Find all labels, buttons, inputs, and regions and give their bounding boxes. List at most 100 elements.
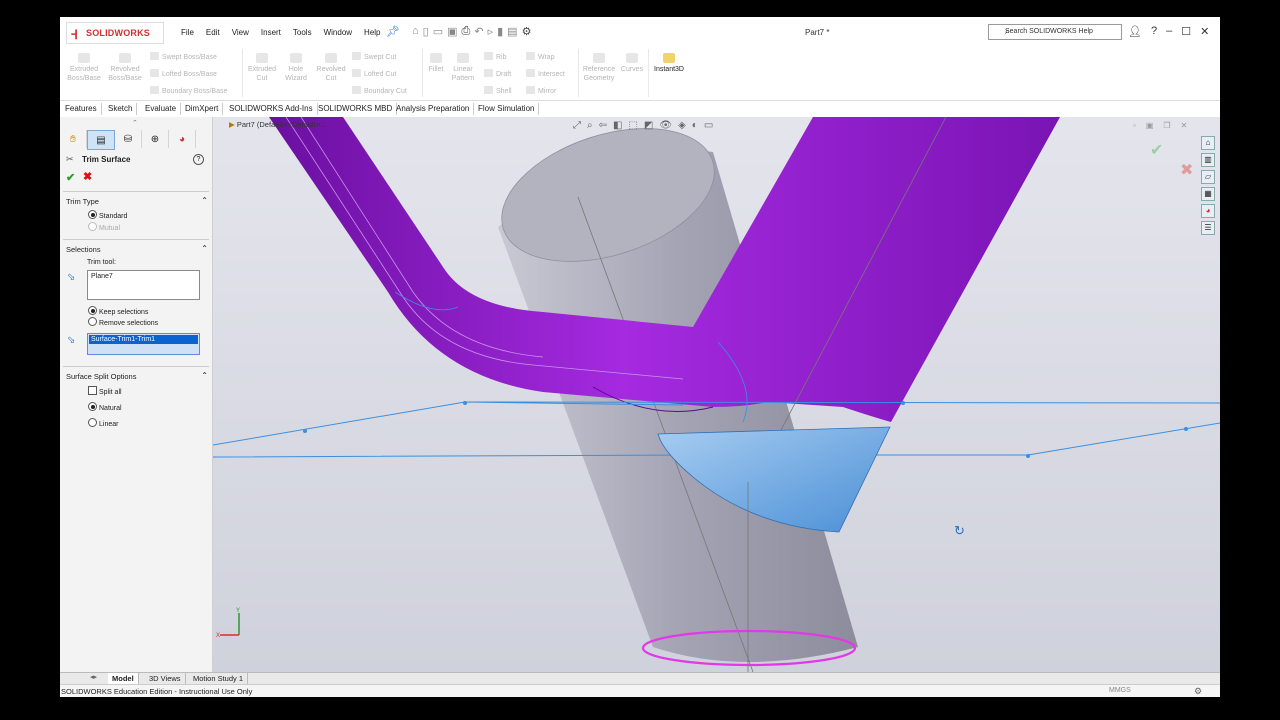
draft-button[interactable]: Draft bbox=[484, 69, 511, 78]
lofted-cut-button[interactable]: Lofted Cut bbox=[352, 69, 396, 78]
menu-tools[interactable]: Tools bbox=[293, 28, 312, 37]
solidworks-logo[interactable]: Ꟶ SOLIDWORKS bbox=[66, 22, 164, 44]
collapse-chevron-icon[interactable]: ⌃ bbox=[201, 196, 208, 205]
tab-model[interactable]: Model bbox=[108, 673, 139, 684]
rebuild-icon[interactable]: ▮ bbox=[497, 25, 503, 38]
hole-wizard-button[interactable]: Hole Wizard bbox=[281, 53, 311, 83]
feature-manager-tab-icon[interactable]: ✋︎ bbox=[60, 130, 87, 148]
extruded-boss-button[interactable]: Extruded Boss/Base bbox=[66, 53, 102, 83]
tab-motion-study-1[interactable]: Motion Study 1 bbox=[189, 673, 249, 684]
view-settings-icon[interactable]: ▭ bbox=[704, 120, 713, 131]
viewport-close-icon[interactable]: ✕ bbox=[1181, 121, 1188, 130]
panel-collapse-handle[interactable]: ⌃ bbox=[132, 119, 138, 127]
menu-edit[interactable]: Edit bbox=[206, 28, 220, 37]
appearances-icon[interactable]: ◕ bbox=[1201, 204, 1215, 218]
radio-linear[interactable]: Linear bbox=[88, 418, 118, 428]
options-gear-icon[interactable]: ⚙ bbox=[522, 25, 532, 38]
new-document-icon[interactable]: ▯ bbox=[423, 25, 429, 38]
file-properties-icon[interactable]: ▤ bbox=[507, 25, 517, 38]
graphics-area[interactable]: ↻ Y X ✔ ✖ ▶ Part7 (Default<<Default>... … bbox=[213, 117, 1220, 672]
maximize-icon[interactable]: ☐ bbox=[1181, 25, 1191, 38]
zoom-to-area-icon[interactable]: ⌕ bbox=[587, 120, 593, 131]
wrap-button[interactable]: Wrap bbox=[526, 52, 555, 61]
view-orientation-icon[interactable]: ⬚ bbox=[628, 120, 637, 131]
close-icon[interactable]: ✕ bbox=[1200, 25, 1209, 38]
solidworks-resources-home-icon[interactable]: ⌂ bbox=[1201, 136, 1215, 150]
menu-view[interactable]: View bbox=[232, 28, 249, 37]
help-icon[interactable]: ? bbox=[193, 154, 204, 165]
curves-button[interactable]: Curves bbox=[618, 53, 646, 74]
pieces-to-keep-selection-box[interactable]: Surface-Trim1-Trim1 bbox=[87, 333, 200, 355]
display-style-icon[interactable]: ◩ bbox=[644, 120, 653, 131]
hide-show-items-icon[interactable]: 👁︎ bbox=[659, 120, 672, 131]
radio-natural[interactable]: Natural bbox=[88, 402, 122, 412]
intersect-button[interactable]: Intersect bbox=[526, 69, 565, 78]
help-search-input[interactable]: Search SOLIDWORKS Help ⌕ bbox=[988, 24, 1122, 40]
instant3d-button[interactable]: Instant3D bbox=[650, 53, 688, 74]
menu-insert[interactable]: Insert bbox=[261, 28, 281, 37]
print-icon[interactable]: ⎙ bbox=[462, 25, 471, 38]
tab-features[interactable]: Features bbox=[61, 103, 102, 115]
pin-icon[interactable]: 📌︎ bbox=[386, 25, 400, 38]
surface-split-options-group-header[interactable]: Surface Split Options ⌃ bbox=[66, 371, 208, 381]
linear-pattern-button[interactable]: Linear Pattern bbox=[448, 53, 478, 83]
select-icon[interactable]: ▹ bbox=[488, 25, 494, 38]
tab-evaluate[interactable]: Evaluate bbox=[141, 103, 182, 115]
viewport-restore-icon[interactable]: ❐ bbox=[1163, 121, 1170, 130]
menu-help[interactable]: Help bbox=[364, 28, 380, 37]
revolved-boss-button[interactable]: Revolved Boss/Base bbox=[106, 53, 144, 83]
undo-icon[interactable]: ↶ bbox=[474, 25, 483, 38]
file-explorer-icon[interactable]: ▱ bbox=[1201, 170, 1215, 184]
radio-keep-selections[interactable]: Keep selections bbox=[88, 306, 148, 316]
confirm-corner-ok-icon[interactable]: ✔ bbox=[1150, 142, 1163, 159]
previous-view-icon[interactable]: ⇦ bbox=[599, 120, 607, 131]
configuration-manager-tab-icon[interactable]: ⛁ bbox=[115, 130, 142, 148]
property-manager-tab-icon[interactable]: ▤ bbox=[87, 130, 115, 150]
revolved-cut-button[interactable]: Revolved Cut bbox=[314, 53, 348, 83]
collapse-chevron-icon[interactable]: ⌃ bbox=[201, 371, 208, 380]
help-icon[interactable]: ? bbox=[1151, 25, 1157, 38]
section-view-icon[interactable]: ◧ bbox=[613, 120, 622, 131]
customize-status-icon[interactable]: ⚙ bbox=[1194, 686, 1202, 697]
design-library-icon[interactable]: ▥ bbox=[1201, 153, 1215, 167]
reference-geometry-button[interactable]: Reference Geometry bbox=[580, 53, 618, 83]
view-palette-icon[interactable]: ▦ bbox=[1201, 187, 1215, 201]
swept-cut-button[interactable]: Swept Cut bbox=[352, 52, 396, 61]
lofted-boss-button[interactable]: Lofted Boss/Base bbox=[150, 69, 217, 78]
apply-scene-icon[interactable]: ◐ bbox=[692, 120, 698, 131]
cancel-button[interactable]: ✖ bbox=[83, 170, 92, 183]
collapse-chevron-icon[interactable]: ⌃ bbox=[201, 244, 208, 253]
radio-remove-selections[interactable]: Remove selections bbox=[88, 317, 158, 327]
zoom-to-fit-icon[interactable]: ⤢ bbox=[573, 120, 581, 131]
minimize-icon[interactable]: – bbox=[1166, 25, 1172, 38]
confirm-corner-cancel-icon[interactable]: ✖ bbox=[1180, 162, 1193, 179]
mirror-button[interactable]: Mirror bbox=[526, 86, 556, 95]
tab-solidworks-mbd[interactable]: SOLIDWORKS MBD bbox=[314, 103, 398, 115]
menu-window[interactable]: Window bbox=[324, 28, 352, 37]
feature-tree-flyout[interactable]: ▶ Part7 (Default<<Default>... bbox=[229, 120, 326, 129]
search-icon[interactable]: ⌕ bbox=[1005, 26, 1117, 37]
menu-file[interactable]: File bbox=[181, 28, 194, 37]
radio-standard[interactable]: Standard bbox=[88, 210, 127, 220]
edit-appearance-icon[interactable]: ◈ bbox=[678, 120, 686, 131]
user-icon[interactable]: 👤︎ bbox=[1128, 25, 1142, 38]
open-icon[interactable]: ▭ bbox=[433, 25, 443, 38]
fillet-button[interactable]: Fillet bbox=[424, 53, 448, 74]
radio-mutual[interactable]: Mutual bbox=[88, 222, 120, 232]
save-icon[interactable]: ▣ bbox=[447, 25, 457, 38]
boundary-cut-button[interactable]: Boundary Cut bbox=[352, 86, 407, 95]
model-graphics[interactable]: ↻ Y X ✔ ✖ bbox=[213, 117, 1220, 672]
trim-tool-selection-box[interactable]: Plane7 bbox=[87, 270, 200, 300]
viewport-split-icon[interactable]: ▣ bbox=[1146, 121, 1154, 130]
display-manager-tab-icon[interactable]: ◕ bbox=[169, 130, 196, 148]
tab-sketch[interactable]: Sketch bbox=[104, 103, 138, 115]
checkbox-split-all[interactable]: Split all bbox=[88, 386, 122, 396]
dimxpert-manager-tab-icon[interactable]: ⊕ bbox=[142, 130, 169, 148]
tab-dimxpert[interactable]: DimXpert bbox=[181, 103, 224, 115]
tab-solidworks-addins[interactable]: SOLIDWORKS Add-Ins bbox=[225, 103, 318, 115]
trim-type-group-header[interactable]: Trim Type ⌃ bbox=[66, 196, 208, 206]
custom-properties-icon[interactable]: ☰ bbox=[1201, 221, 1215, 235]
tab-flow-simulation[interactable]: Flow Simulation bbox=[474, 103, 540, 115]
swept-boss-button[interactable]: Swept Boss/Base bbox=[150, 52, 217, 61]
extruded-cut-button[interactable]: Extruded Cut bbox=[246, 53, 278, 83]
